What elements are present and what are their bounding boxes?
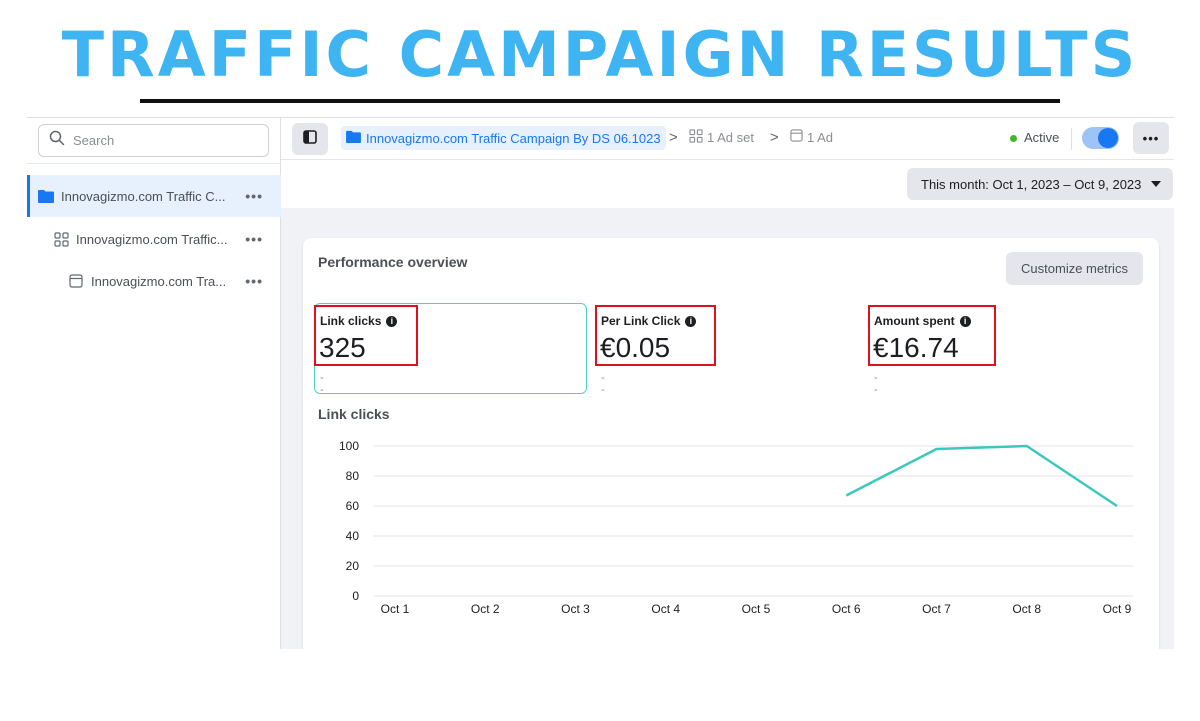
status-badge: Active bbox=[1024, 130, 1059, 145]
metric-comparison: -- bbox=[601, 372, 606, 396]
link-clicks-chart: 0 20 40 60 80 100 Oct 1 Oct 2 Oct 3 Oct 4 Oct 5 Oct… bbox=[303, 428, 1159, 649]
search-icon bbox=[49, 130, 65, 151]
metric-value: €16.74 bbox=[873, 332, 959, 364]
metric-value: 325 bbox=[319, 332, 366, 364]
metric-value: €0.05 bbox=[600, 332, 670, 364]
sidebar-item-ad-set[interactable]: Innovagizmo.com Traffic... ••• bbox=[27, 218, 281, 260]
search-input[interactable] bbox=[73, 133, 253, 148]
sidebar-divider bbox=[27, 163, 281, 164]
sidebar-item-label: Innovagizmo.com Tra... bbox=[91, 274, 231, 289]
ad-icon bbox=[790, 129, 807, 145]
status-dot-icon bbox=[1010, 135, 1017, 142]
y-tick-label: 60 bbox=[346, 499, 360, 513]
sidebar-item-ad[interactable]: Innovagizmo.com Tra... ••• bbox=[27, 260, 281, 302]
more-options-button[interactable]: ••• bbox=[1133, 122, 1169, 154]
customize-metrics-button[interactable]: Customize metrics bbox=[1006, 252, 1143, 285]
breadcrumb-ad-set[interactable]: 1 Ad set bbox=[689, 129, 754, 146]
date-range-label: This month: Oct 1, 2023 – Oct 9, 2023 bbox=[921, 177, 1141, 192]
sidebar-toggle-button[interactable] bbox=[292, 123, 328, 155]
breadcrumb-campaign[interactable]: Innovagizmo.com Traffic Campaign By DS 0… bbox=[341, 126, 666, 150]
caret-down-icon bbox=[1151, 181, 1161, 187]
chart-title: Link clicks bbox=[318, 406, 390, 422]
breadcrumb-chevron-icon: > bbox=[669, 129, 678, 146]
sidebar-item-label: Innovagizmo.com Traffic... bbox=[76, 232, 231, 247]
campaign-active-toggle[interactable] bbox=[1082, 127, 1119, 149]
x-tick-label: Oct 2 bbox=[471, 602, 500, 616]
ad-set-icon bbox=[689, 129, 707, 146]
metric-comparison: -- bbox=[320, 372, 325, 396]
more-options-icon[interactable]: ••• bbox=[245, 188, 263, 204]
performance-overview-card: Performance overview Customize metrics L… bbox=[303, 238, 1159, 649]
y-tick-label: 20 bbox=[346, 559, 360, 573]
folder-icon bbox=[38, 188, 54, 204]
x-tick-label: Oct 9 bbox=[1103, 602, 1132, 616]
info-icon[interactable]: i bbox=[960, 316, 971, 327]
x-tick-label: Oct 1 bbox=[381, 602, 410, 616]
y-tick-label: 40 bbox=[346, 529, 360, 543]
date-bar: This month: Oct 1, 2023 – Oct 9, 2023 bbox=[281, 160, 1174, 208]
ad-icon bbox=[68, 273, 84, 289]
breadcrumb-ad-set-label: 1 Ad set bbox=[707, 130, 754, 145]
breadcrumb-ad-label: 1 Ad bbox=[807, 130, 833, 145]
more-options-icon[interactable]: ••• bbox=[245, 231, 263, 247]
banner-rule bbox=[140, 99, 1060, 103]
y-tick-label: 100 bbox=[339, 439, 359, 453]
metric-label: Link clicksi bbox=[320, 314, 397, 328]
banner-title: TRAFFIC CAMPAIGN RESULTS bbox=[0, 18, 1200, 91]
sidebar: Innovagizmo.com Traffic C... ••• Innovag… bbox=[27, 118, 281, 649]
divider bbox=[1071, 128, 1072, 150]
ads-manager-window: Innovagizmo.com Traffic C... ••• Innovag… bbox=[27, 117, 1174, 649]
breadcrumb-campaign-label: Innovagizmo.com Traffic Campaign By DS 0… bbox=[366, 131, 661, 146]
x-tick-label: Oct 3 bbox=[561, 602, 590, 616]
sidebar-item-campaign[interactable]: Innovagizmo.com Traffic C... ••• bbox=[27, 175, 281, 217]
ad-set-icon bbox=[53, 231, 69, 247]
x-tick-label: Oct 6 bbox=[832, 602, 861, 616]
sidebar-item-label: Innovagizmo.com Traffic C... bbox=[61, 189, 231, 204]
breadcrumb-bar: Innovagizmo.com Traffic Campaign By DS 0… bbox=[281, 118, 1174, 160]
search-box[interactable] bbox=[38, 124, 269, 157]
card-title: Performance overview bbox=[318, 254, 467, 270]
x-tick-label: Oct 8 bbox=[1012, 602, 1041, 616]
date-range-selector[interactable]: This month: Oct 1, 2023 – Oct 9, 2023 bbox=[907, 168, 1173, 200]
metric-comparison: -- bbox=[874, 372, 879, 396]
y-tick-label: 80 bbox=[346, 469, 360, 483]
x-tick-label: Oct 5 bbox=[742, 602, 771, 616]
breadcrumb-chevron-icon: > bbox=[770, 129, 779, 146]
x-tick-label: Oct 7 bbox=[922, 602, 951, 616]
breadcrumb-ad[interactable]: 1 Ad bbox=[790, 129, 833, 145]
toggle-knob bbox=[1098, 128, 1118, 148]
metric-label: Amount spenti bbox=[874, 314, 971, 328]
folder-icon bbox=[346, 130, 366, 146]
x-tick-label: Oct 4 bbox=[651, 602, 680, 616]
info-icon[interactable]: i bbox=[685, 316, 696, 327]
main-panel: Innovagizmo.com Traffic Campaign By DS 0… bbox=[281, 118, 1174, 649]
sidebar-panel-icon bbox=[303, 130, 317, 149]
y-tick-label: 0 bbox=[352, 589, 359, 603]
metric-label: Per Link Clicki bbox=[601, 314, 696, 328]
more-options-icon[interactable]: ••• bbox=[245, 273, 263, 289]
info-icon[interactable]: i bbox=[386, 316, 397, 327]
